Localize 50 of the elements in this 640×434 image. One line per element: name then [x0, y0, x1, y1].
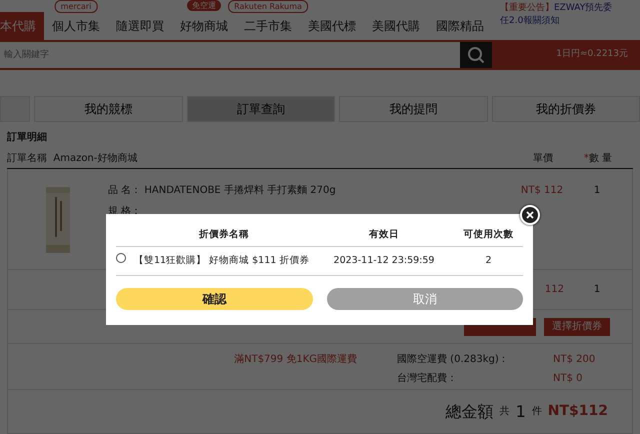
- coupon-button[interactable]: 選擇折價券: [544, 318, 610, 336]
- order-name: 訂單名稱 Amazon-好物商城: [7, 152, 138, 166]
- nav-link[interactable]: 好物商城: [172, 12, 236, 40]
- fee-label: 國際空運費 (0.283kg)：: [397, 352, 510, 367]
- notice-link[interactable]: 【重要公告】EZWAY預先委任2.0報關須知: [500, 0, 620, 28]
- total-amount: NT$112: [548, 402, 608, 421]
- nav-link[interactable]: 隨選即買: [108, 12, 172, 40]
- column-header: *數 量: [582, 152, 614, 166]
- coupon-name: 【雙11狂歡購】 好物商城 $111 折價券: [134, 246, 314, 275]
- search-icon: [467, 46, 485, 64]
- expiry-date: 2023-11-12 23:59:59: [314, 246, 454, 275]
- nav-tag: 免空運: [187, 0, 221, 11]
- nav-link[interactable]: 國際精品: [428, 12, 492, 40]
- item-quantity: 1: [594, 185, 600, 196]
- confirm-button[interactable]: 確認: [116, 288, 312, 310]
- radio-button[interactable]: [116, 253, 126, 264]
- nav-tag: mercari: [54, 0, 98, 13]
- fee-label: 台灣宅配費：: [397, 372, 458, 386]
- item-count: 1: [516, 400, 526, 422]
- fee-value: NT$ 200: [553, 353, 596, 367]
- count-prefix: 共: [500, 404, 510, 419]
- cancel-button[interactable]: 取消: [326, 288, 523, 310]
- nav-link[interactable]: 美國代標: [300, 12, 364, 40]
- item-price: 112: [544, 284, 564, 295]
- column-header: 折價券名稱: [134, 224, 314, 247]
- column-header: 有效日: [314, 224, 454, 247]
- exchange-rate: 1日円≈0.2213元: [556, 48, 629, 62]
- product-name: 品 名： HANDATENOBE 手捲焊料 手打素麵 270g: [108, 184, 337, 198]
- item-quantity: 1: [594, 284, 600, 295]
- tab[interactable]: 訂單查詢: [186, 96, 335, 122]
- column-header: 可使用次數: [454, 224, 523, 247]
- close-icon: [526, 211, 534, 219]
- tab[interactable]: 我的提問: [339, 96, 488, 122]
- nav-tag: Rakuten Rakuma: [228, 0, 308, 13]
- tab[interactable]: 我的折價券: [492, 96, 640, 122]
- tab[interactable]: 我的競標: [34, 96, 182, 122]
- total-label: 總金額: [446, 400, 494, 422]
- fee-value: NT$ 0: [553, 372, 582, 386]
- search-button[interactable]: [460, 42, 492, 68]
- section-title: 訂單明細: [7, 130, 48, 145]
- close-button[interactable]: [520, 205, 540, 225]
- nav-link[interactable]: 美國代購: [364, 12, 428, 40]
- usage-count: 2: [454, 246, 523, 275]
- column-header: 單價: [532, 152, 554, 166]
- count-suffix: 件: [532, 405, 542, 419]
- item-price: NT$ 112: [520, 185, 564, 196]
- shipping-promo: 滿NT$799 免1KG國際運費: [234, 354, 357, 365]
- nav-link[interactable]: 本代購: [0, 12, 44, 40]
- nav-link[interactable]: 個人市集: [44, 12, 108, 40]
- nav-link[interactable]: 二手市集: [236, 12, 300, 40]
